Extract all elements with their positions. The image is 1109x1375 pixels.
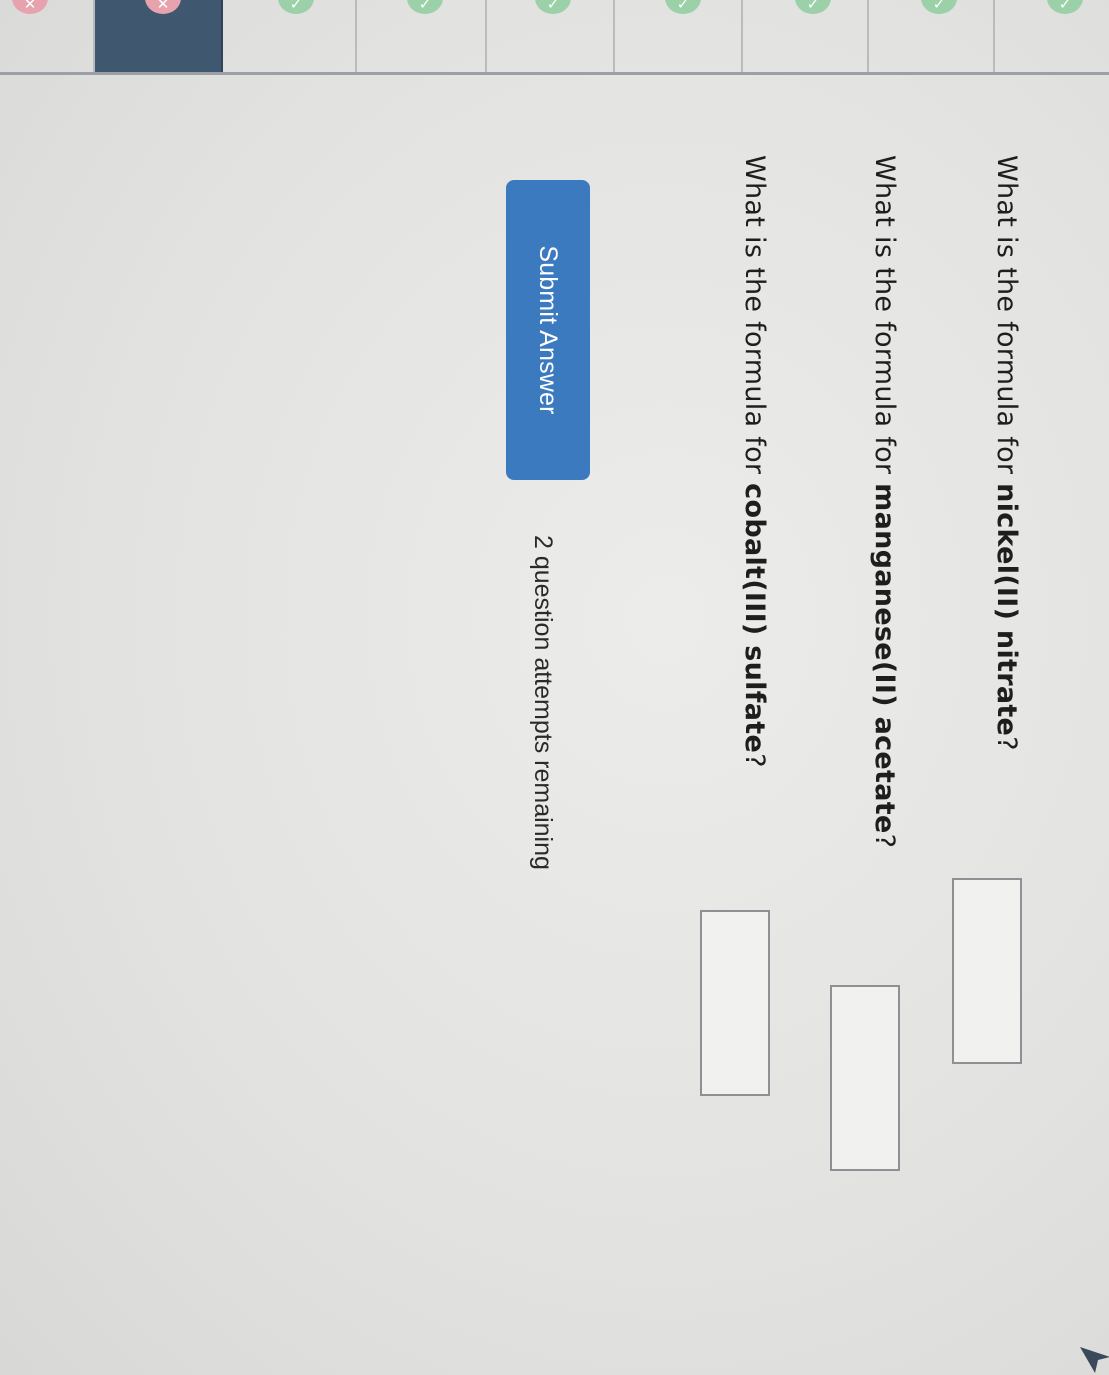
question-2: What is the formula for manganese(II) ac… (869, 155, 900, 848)
question-1-compound: nickel(II) nitrate (991, 483, 1022, 737)
question-tab-3[interactable]: ✓ (223, 0, 357, 72)
question-3-prefix: What is the formula for (739, 155, 770, 484)
question-tab-1[interactable]: ✕ (0, 0, 95, 72)
answer-input-3[interactable] (700, 910, 770, 1096)
submit-answer-button[interactable]: Submit Answer (506, 180, 590, 480)
question-1: What is the formula for nickel(II) nitra… (991, 155, 1022, 751)
answer-input-2[interactable] (830, 985, 900, 1171)
question-1-prefix: What is the formula for (991, 155, 1022, 484)
answer-input-1[interactable] (952, 878, 1022, 1064)
cursor-arrow-icon (1080, 1347, 1109, 1373)
question-3-compound: cobalt(III) sulfate (739, 483, 770, 754)
question-2-prefix: What is the formula for (869, 155, 900, 484)
assignment-page: ✕ ✕ ✓ ✓ ✓ ✓ ✓ ✓ ✓ What is the formula fo… (0, 0, 1109, 1375)
x-circle-icon: ✕ (145, 0, 181, 14)
x-circle-icon: ✕ (12, 0, 48, 14)
question-3: What is the formula for cobalt(III) sulf… (739, 155, 770, 768)
check-circle-icon: ✓ (278, 0, 314, 14)
question-2-compound: manganese(II) acetate (869, 483, 900, 834)
question-tab-2-current[interactable]: ✕ (95, 0, 223, 72)
question-1-suffix: ? (991, 736, 1022, 751)
attempts-remaining-text: 2 question attempts remaining (529, 535, 557, 870)
question-content: What is the formula for nickel(II) nitra… (400, 0, 1100, 1200)
question-2-suffix: ? (869, 833, 900, 849)
question-3-suffix: ? (739, 753, 770, 768)
